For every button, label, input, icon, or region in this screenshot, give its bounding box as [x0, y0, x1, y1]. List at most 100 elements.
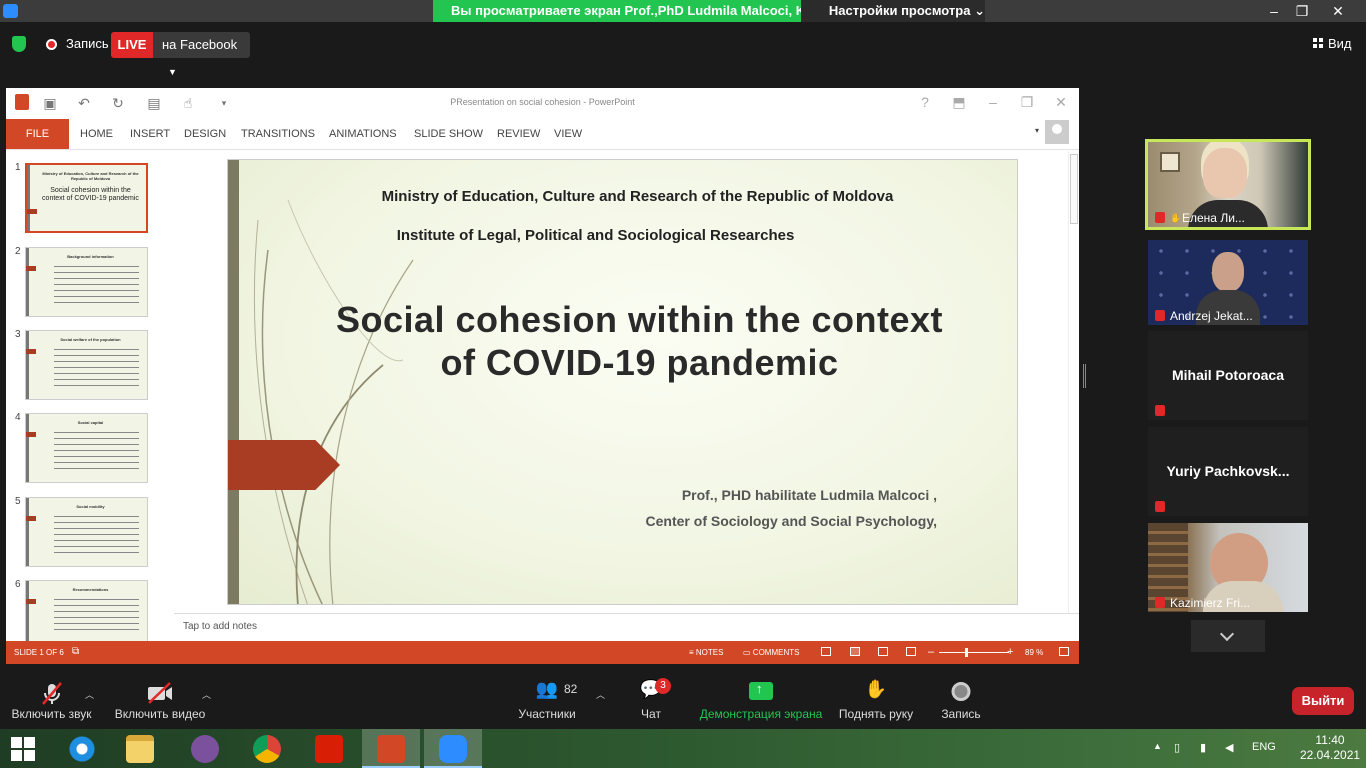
thumb-title: Social welfare of the population — [60, 337, 121, 342]
tab-animations[interactable]: ANIMATIONS — [329, 128, 397, 140]
share-banner[interactable]: Вы просматриваете экран Prof.,PhD Ludmil… — [433, 0, 985, 22]
zoom-in-icon[interactable]: + — [1007, 646, 1013, 658]
collapse-ribbon-icon[interactable]: ▾ — [1035, 126, 1039, 135]
participant-tile[interactable]: Andrzej Jekat... — [1148, 240, 1308, 325]
help-icon[interactable]: ? — [915, 94, 935, 110]
tab-review[interactable]: REVIEW — [497, 128, 540, 140]
panel-splitter[interactable] — [1083, 364, 1086, 388]
notes-button[interactable]: ≡ NOTES — [689, 648, 723, 657]
slide-thumbnail-1[interactable]: Ministry of Education, Culture and Resea… — [25, 163, 148, 233]
participants-options-caret[interactable]: ︿ — [596, 688, 605, 701]
comments-button[interactable]: ▭ COMMENTS — [743, 648, 799, 657]
system-clock[interactable]: 11:40 22.04.2021 — [1300, 733, 1360, 763]
slideshow-view-icon[interactable] — [906, 647, 916, 656]
zoom-out-icon[interactable]: – — [928, 646, 934, 658]
scrollbar-thumb[interactable] — [1070, 154, 1078, 224]
muted-mic-icon — [1155, 212, 1165, 223]
close-icon[interactable]: ✕ — [1323, 0, 1353, 22]
taskbar-ie[interactable] — [53, 729, 111, 768]
language-indicator[interactable]: ENG — [1252, 741, 1276, 753]
caret-down-icon: ▼ — [168, 67, 177, 77]
chat-button[interactable]: 💬 3 Чат — [626, 664, 676, 729]
thumb-title: Social mobility — [76, 504, 105, 509]
video-off-icon — [148, 682, 172, 704]
slide-thumbnail-5[interactable]: Social mobility — [25, 497, 148, 567]
normal-view-icon[interactable] — [821, 647, 831, 656]
taskbar-explorer[interactable] — [111, 729, 169, 768]
more-participants-button[interactable] — [1191, 620, 1265, 652]
slide-title-line-2: of COVID-19 pandemic — [440, 342, 839, 383]
share-screen-button[interactable]: Демонстрация экрана — [697, 664, 825, 729]
meeting-controls: Включить звук ︿ Включить видео ︿ 👥 82 Уч… — [0, 664, 1366, 729]
leave-meeting-button[interactable]: Выйти — [1292, 687, 1354, 715]
start-video-button[interactable]: Включить видео — [110, 664, 210, 729]
tab-home[interactable]: HOME — [80, 128, 113, 140]
view-settings-button[interactable]: Настройки просмотра ⌄ — [800, 0, 985, 22]
user-account-icon[interactable] — [1045, 120, 1069, 144]
zoom-slider[interactable] — [939, 652, 1009, 653]
clock-time: 11:40 — [1315, 733, 1345, 747]
taskbar-acrobat[interactable] — [300, 729, 358, 768]
audio-options-caret[interactable]: ︿ — [85, 688, 94, 701]
video-options-caret[interactable]: ︿ — [202, 688, 211, 701]
thumb-heading: Social cohesion within the context of CO… — [42, 187, 139, 202]
tab-slide-show[interactable]: SLIDE SHOW — [414, 128, 483, 140]
current-slide[interactable]: Ministry of Education, Culture and Resea… — [227, 159, 1018, 605]
view-button[interactable]: Вид — [1313, 36, 1352, 51]
tab-design[interactable]: DESIGN — [184, 128, 226, 140]
facebook-live-dropdown[interactable]: на Facebook ▼ — [153, 32, 250, 77]
internet-explorer-icon — [68, 735, 96, 763]
minimize-icon[interactable]: – — [1259, 0, 1289, 22]
windows-logo-icon — [11, 737, 35, 761]
record-button[interactable]: Запись — [935, 664, 987, 729]
taskbar-zoom[interactable] — [424, 729, 482, 768]
zoom-slider-handle[interactable] — [965, 648, 968, 657]
ribbon-display-icon[interactable]: ⬒ — [949, 94, 969, 111]
participants-button[interactable]: 👥 82 Участники — [512, 664, 582, 729]
slide-ministry-text: Ministry of Education, Culture and Resea… — [381, 188, 894, 205]
tab-insert[interactable]: INSERT — [130, 128, 170, 140]
taskbar-viber[interactable] — [176, 729, 234, 768]
participant-name: Kazimierz Fri... — [1170, 596, 1251, 610]
participant-name: Елена Ли... — [1182, 211, 1245, 225]
ppt-minimize-icon[interactable]: – — [983, 94, 1003, 110]
participant-tile[interactable]: Kazimierz Fri... — [1148, 523, 1308, 612]
folder-icon — [126, 735, 154, 763]
slide-thumbnail-2[interactable]: Background information — [25, 247, 148, 317]
tab-transitions[interactable]: TRANSITIONS — [241, 128, 315, 140]
ppt-title-bar: ▣ ↶ ↻ ▤ ☝ ▾ PResentation on social cohes… — [6, 88, 1079, 118]
spellcheck-icon[interactable]: ⧉ — [72, 646, 79, 657]
reading-view-icon[interactable] — [878, 647, 888, 656]
start-button[interactable] — [0, 729, 48, 768]
zoom-icon — [439, 735, 467, 763]
slide-thumbnail-6[interactable]: Recommendations — [25, 580, 148, 641]
slide-thumbnail-4[interactable]: Social capital — [25, 413, 148, 483]
zoom-percent[interactable]: 89 % — [1025, 648, 1043, 657]
participant-tile[interactable]: Mihail Potoroaca — [1148, 331, 1308, 420]
powerpoint-icon — [377, 735, 405, 763]
taskbar-powerpoint[interactable] — [362, 729, 420, 768]
taskbar-chrome[interactable] — [238, 729, 296, 768]
chevron-down-icon: ⌄ — [974, 3, 985, 18]
ppt-close-icon[interactable]: ✕ — [1051, 94, 1071, 111]
tab-view[interactable]: VIEW — [554, 128, 582, 140]
thumb-number: 5 — [15, 496, 21, 507]
volume-icon[interactable]: ◀ — [1225, 741, 1233, 754]
network-icon[interactable]: ▮ — [1200, 741, 1206, 754]
slide-title-line-1: Social cohesion within the context — [335, 299, 944, 340]
notes-pane[interactable]: Tap to add notes — [174, 613, 1079, 641]
raise-hand-button[interactable]: ✋ Поднять руку — [836, 664, 916, 729]
participant-tile[interactable]: Yuriy Pachkovsk... — [1148, 427, 1308, 516]
battery-icon[interactable]: ▯ — [1174, 741, 1180, 754]
tray-chevron-icon[interactable]: ▲ — [1153, 741, 1162, 751]
maximize-icon[interactable]: ❐ — [1287, 0, 1317, 22]
fit-slide-icon[interactable] — [1059, 647, 1069, 656]
chevron-down-icon — [1219, 626, 1235, 642]
tab-file[interactable]: FILE — [6, 119, 69, 149]
slide-thumbnail-3[interactable]: Social welfare of the population — [25, 330, 148, 400]
shield-icon[interactable] — [12, 36, 26, 52]
slide-sorter-icon[interactable] — [850, 647, 860, 656]
participant-tile[interactable]: Елена Ли... ✋ — [1145, 139, 1311, 230]
ppt-maximize-icon[interactable]: ❐ — [1017, 94, 1037, 111]
share-banner-text: Вы просматриваете экран Prof.,PhD Ludmil… — [433, 0, 801, 22]
